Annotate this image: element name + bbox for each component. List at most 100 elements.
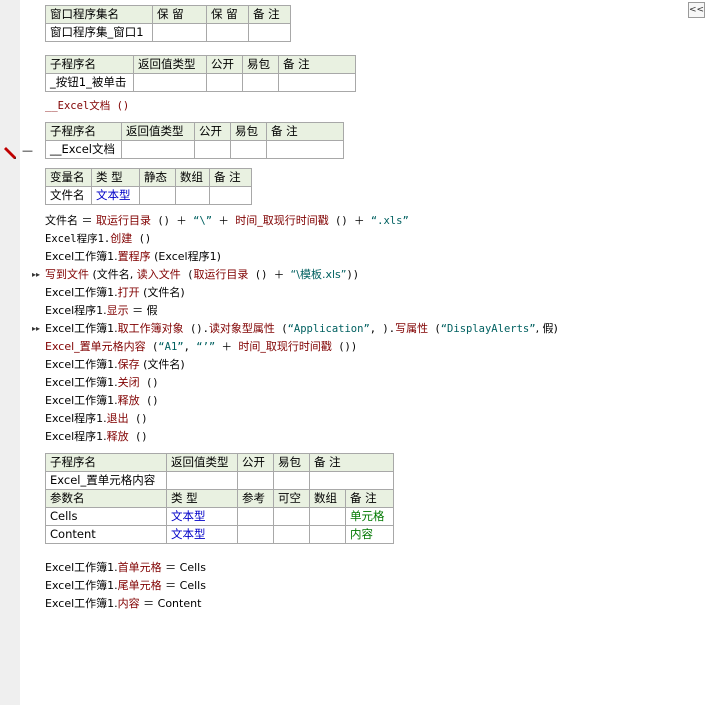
- param-comment-cell[interactable]: 内容: [345, 525, 394, 544]
- table-cell[interactable]: [166, 471, 238, 490]
- subroutine-table: 子程序名 返回值类型 公开 易包 备 注 __Excel文档: [45, 122, 344, 159]
- assembly-table: 窗口程序集名 保 留 保 留 备 注 窗口程序集_窗口1: [45, 5, 291, 42]
- table-cell[interactable]: [194, 140, 231, 159]
- call-statement: __Excel文档 (): [45, 100, 130, 112]
- subroutine-table: 子程序名 返回值类型 公开 易包 备 注 _按钮1_被单击: [45, 55, 356, 92]
- param-type-cell[interactable]: 文本型: [166, 525, 238, 544]
- assembly-name-cell[interactable]: 窗口程序集_窗口1: [45, 23, 153, 42]
- table-cell[interactable]: [273, 507, 310, 526]
- table-cell[interactable]: [206, 73, 243, 92]
- table-cell[interactable]: [248, 23, 291, 42]
- header-cell: 备 注: [248, 5, 291, 24]
- header-cell: 静态: [139, 168, 176, 187]
- table-cell[interactable]: [309, 507, 346, 526]
- header-cell: 数组: [309, 489, 346, 508]
- header-cell: 子程序名: [45, 122, 122, 141]
- table-cell[interactable]: [309, 471, 394, 490]
- table-row: Content 文本型 内容: [45, 525, 394, 544]
- table-cell[interactable]: [206, 23, 249, 42]
- table-cell[interactable]: [139, 186, 176, 205]
- table-cell[interactable]: [230, 140, 267, 159]
- editor-gutter: [0, 0, 20, 705]
- subroutine-name-cell[interactable]: Excel_置单元格内容: [45, 471, 167, 490]
- header-cell: 窗口程序集名: [45, 5, 153, 24]
- table-cell[interactable]: [273, 525, 310, 544]
- header-cell: 参数名: [45, 489, 167, 508]
- header-cell: 返回值类型: [133, 55, 207, 74]
- header-cell: 参考: [237, 489, 274, 508]
- param-name-cell[interactable]: Content: [45, 525, 167, 544]
- code-line[interactable]: Excel工作簿1.取工作簿对象 ().读对象型属性 (“Application…: [45, 320, 558, 338]
- param-comment-cell[interactable]: 单元格: [345, 507, 394, 526]
- table-cell[interactable]: [237, 471, 274, 490]
- subroutine-table: 子程序名 返回值类型 公开 易包 备 注 Excel_置单元格内容 参数名 类 …: [45, 453, 394, 544]
- code-line[interactable]: Excel程序1.显示 ＝ 假: [45, 302, 158, 320]
- header-cell: 备 注: [266, 122, 344, 141]
- table-cell[interactable]: [175, 186, 210, 205]
- header-cell: 备 注: [309, 453, 394, 472]
- subroutine-name-cell[interactable]: _按钮1_被单击: [45, 73, 134, 92]
- header-cell: 子程序名: [45, 453, 167, 472]
- header-cell: 公开: [237, 453, 274, 472]
- code-line[interactable]: Excel工作簿1.释放 (): [45, 392, 159, 410]
- header-cell: 备 注: [278, 55, 356, 74]
- code-line[interactable]: Excel工作簿1.内容 ＝ Content: [45, 595, 201, 613]
- table-cell[interactable]: [237, 525, 274, 544]
- code-line[interactable]: Excel程序1.释放 (): [45, 428, 148, 446]
- sub3-table-block: 子程序名 返回值类型 公开 易包 备 注 Excel_置单元格内容 参数名 类 …: [45, 453, 394, 544]
- param-type-cell[interactable]: 文本型: [166, 507, 238, 526]
- param-name-cell[interactable]: Cells: [45, 507, 167, 526]
- table-cell[interactable]: [152, 23, 207, 42]
- header-cell: 易包: [230, 122, 267, 141]
- table-cell[interactable]: [209, 186, 252, 205]
- subroutine-name-cell[interactable]: __Excel文档: [45, 140, 122, 159]
- variable-type-cell[interactable]: 文本型: [91, 186, 140, 205]
- header-cell: 备 注: [345, 489, 394, 508]
- code-line[interactable]: __Excel文档 (): [45, 97, 129, 115]
- header-cell: 返回值类型: [166, 453, 238, 472]
- table-cell[interactable]: [278, 73, 356, 92]
- assembly-table-block: 窗口程序集名 保 留 保 留 备 注 窗口程序集_窗口1: [45, 5, 291, 42]
- variable-name-cell[interactable]: 文件名: [45, 186, 92, 205]
- header-cell: 类 型: [166, 489, 238, 508]
- code-line[interactable]: Excel工作簿1.关闭 (): [45, 374, 159, 392]
- header-cell: 易包: [273, 453, 310, 472]
- current-line-marker: —: [22, 144, 33, 157]
- table-cell[interactable]: [237, 507, 274, 526]
- header-cell: 返回值类型: [121, 122, 195, 141]
- table-cell[interactable]: [309, 525, 346, 544]
- header-cell: 备 注: [209, 168, 252, 187]
- code-line[interactable]: Excel工作簿1.置程序 (Excel程序1): [45, 248, 221, 266]
- code-line[interactable]: Excel_置单元格内容 (“A1”, “’” ＋ 时间_取现行时间戳 ()): [45, 338, 357, 356]
- double-chevron-right-icon[interactable]: ▸▸: [32, 270, 42, 280]
- header-cell: 保 留: [206, 5, 249, 24]
- code-line[interactable]: Excel程序1.创建 (): [45, 230, 151, 248]
- header-cell: 保 留: [152, 5, 207, 24]
- code-line[interactable]: 文件名 ＝ 取运行目录 () ＋ “\” ＋ 时间_取现行时间戳 () ＋ “.…: [45, 212, 409, 230]
- header-cell: 易包: [242, 55, 279, 74]
- table-cell[interactable]: [121, 140, 195, 159]
- table-cell[interactable]: [273, 471, 310, 490]
- table-row: Cells 文本型 单元格: [45, 507, 394, 526]
- code-line[interactable]: Excel工作簿1.保存 (文件名): [45, 356, 185, 374]
- header-cell: 变量名: [45, 168, 92, 187]
- table-cell[interactable]: [266, 140, 344, 159]
- header-cell: 类 型: [91, 168, 140, 187]
- variables-table: 变量名 类 型 静态 数组 备 注 文件名 文本型: [45, 168, 252, 205]
- double-chevron-right-icon[interactable]: ▸▸: [32, 324, 42, 334]
- table-cell[interactable]: [242, 73, 279, 92]
- code-line[interactable]: Excel程序1.退出 (): [45, 410, 148, 428]
- collapse-panel-button[interactable]: <<: [688, 2, 705, 18]
- sub1-table-block: 子程序名 返回值类型 公开 易包 备 注 _按钮1_被单击: [45, 55, 356, 92]
- pencil-icon[interactable]: [3, 146, 17, 160]
- code-line[interactable]: Excel工作簿1.打开 (文件名): [45, 284, 185, 302]
- code-line[interactable]: 写到文件 (文件名, 读入文件 (取运行目录 () ＋ “\模板.xls”)): [45, 266, 359, 284]
- variables-table-block: 变量名 类 型 静态 数组 备 注 文件名 文本型: [45, 168, 252, 205]
- table-cell[interactable]: [133, 73, 207, 92]
- header-cell: 公开: [206, 55, 243, 74]
- code-line[interactable]: Excel工作簿1.尾单元格 ＝ Cells: [45, 577, 206, 595]
- header-cell: 数组: [175, 168, 210, 187]
- code-line[interactable]: Excel工作簿1.首单元格 ＝ Cells: [45, 559, 206, 577]
- double-chevron-left-icon: <<: [689, 5, 705, 15]
- sub2-table-block: 子程序名 返回值类型 公开 易包 备 注 __Excel文档: [45, 122, 344, 159]
